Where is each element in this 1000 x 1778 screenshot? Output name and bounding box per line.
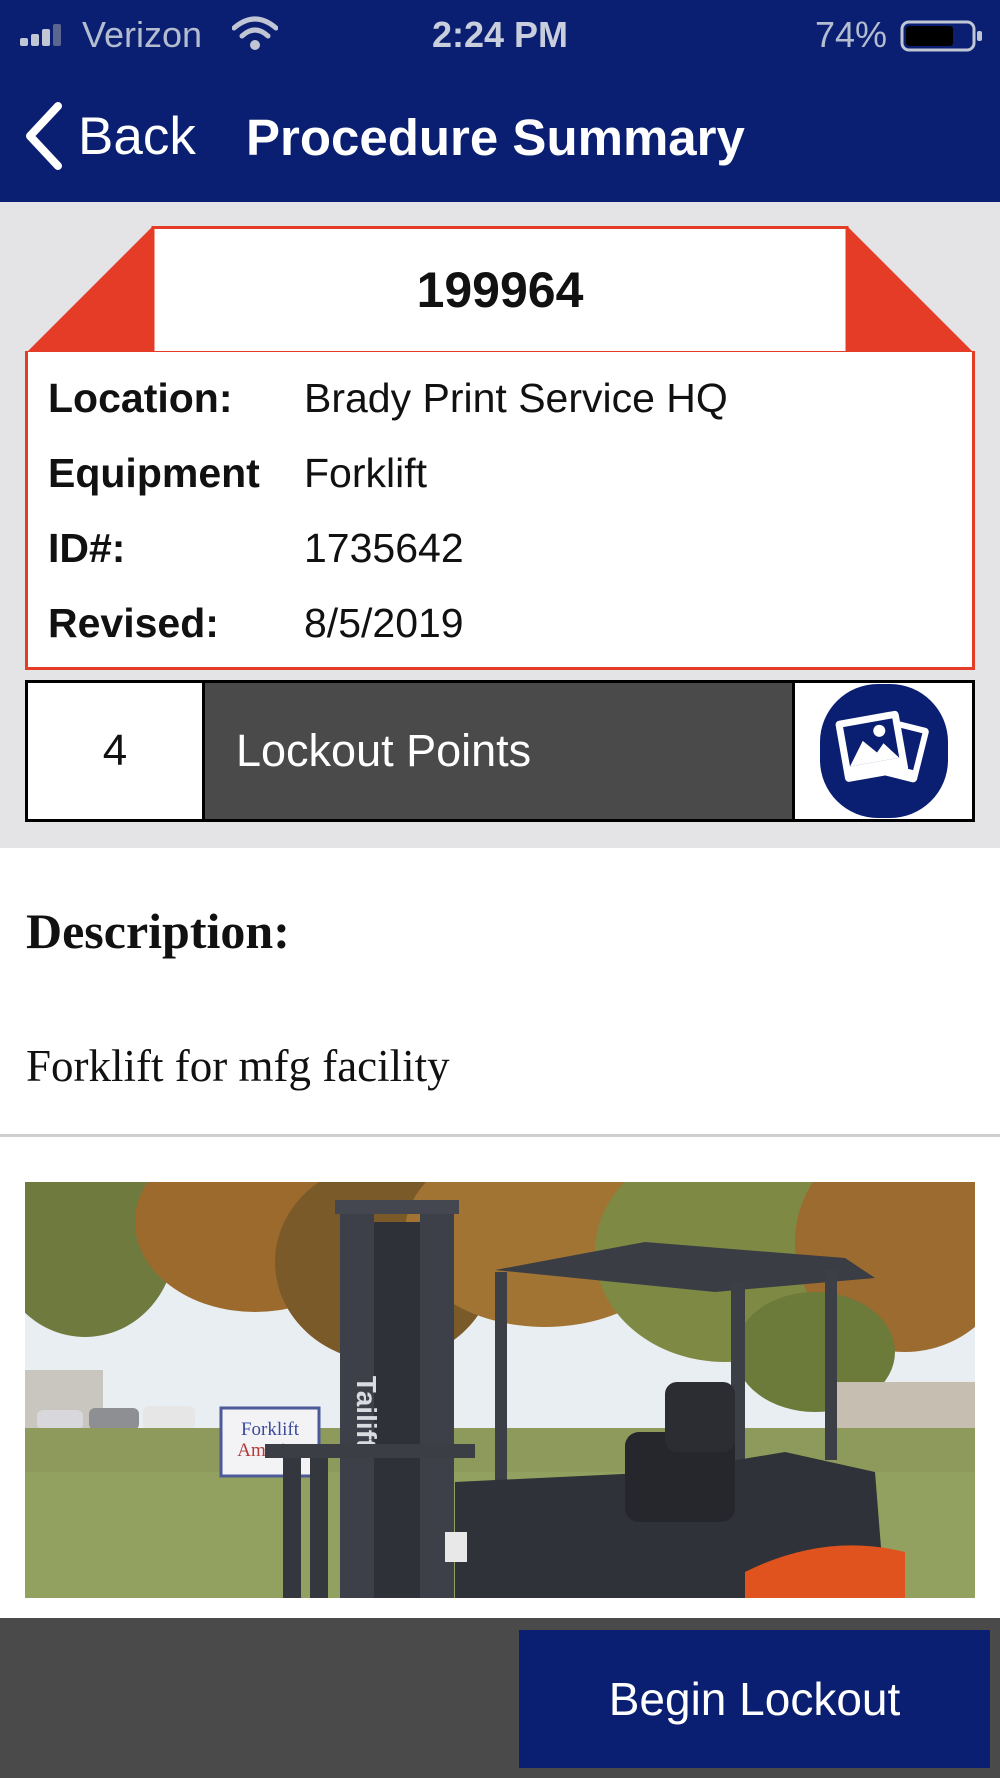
location-value: Brady Print Service HQ <box>304 374 728 421</box>
header-bar: Verizon 2:24 PM 74% Back Procedure Summa… <box>0 0 1000 202</box>
description-heading: Description: <box>26 903 290 959</box>
id-label: ID#: <box>48 524 126 571</box>
revised-label: Revised: <box>48 599 219 646</box>
equipment-photo[interactable]: Forklift America Tailift <box>25 1182 975 1598</box>
procedure-number: 199964 <box>416 262 584 318</box>
id-value: 1735642 <box>304 524 464 571</box>
info-row-revised: Revised: 8/5/2019 <box>48 593 464 653</box>
description-text: Forklift for mfg facility <box>26 1041 450 1091</box>
info-row-id: ID#: 1735642 <box>48 518 464 578</box>
lockout-points-label: Lockout Points <box>205 683 795 819</box>
photos-button-circle <box>819 684 948 818</box>
procedure-info-box: Location: Brady Print Service HQ Equipme… <box>25 352 975 670</box>
photo-gallery-icon <box>835 710 929 783</box>
back-button[interactable]: Back <box>24 96 196 176</box>
begin-lockout-button[interactable]: Begin Lockout <box>519 1630 990 1768</box>
back-label: Back <box>78 106 196 166</box>
section-divider <box>0 1134 1000 1137</box>
status-bar: Verizon 2:24 PM 74% <box>0 0 1000 70</box>
page-title: Procedure Summary <box>246 109 745 166</box>
lockout-points-count: 4 <box>28 683 205 819</box>
sign-text-line1: Forklift <box>241 1419 300 1440</box>
battery-percent: 74% <box>815 14 888 55</box>
location-label: Location: <box>48 374 233 421</box>
chevron-left-icon <box>26 102 62 170</box>
photos-button[interactable] <box>795 683 972 819</box>
revised-value: 8/5/2019 <box>304 599 464 646</box>
equipment-value: Forklift <box>304 449 427 496</box>
battery-icon <box>900 20 982 52</box>
nav-bar: Back Procedure Summary <box>0 80 1000 190</box>
lockout-points-bar[interactable]: 4 Lockout Points <box>25 680 975 822</box>
forklift-photo-illustration: Forklift America Tailift <box>25 1182 975 1598</box>
mast-brand-text: Tailift <box>351 1376 382 1449</box>
info-row-equipment: Equipment Forklift <box>48 443 427 503</box>
info-row-location: Location: Brady Print Service HQ <box>48 368 728 428</box>
equipment-label: Equipment <box>48 449 260 496</box>
